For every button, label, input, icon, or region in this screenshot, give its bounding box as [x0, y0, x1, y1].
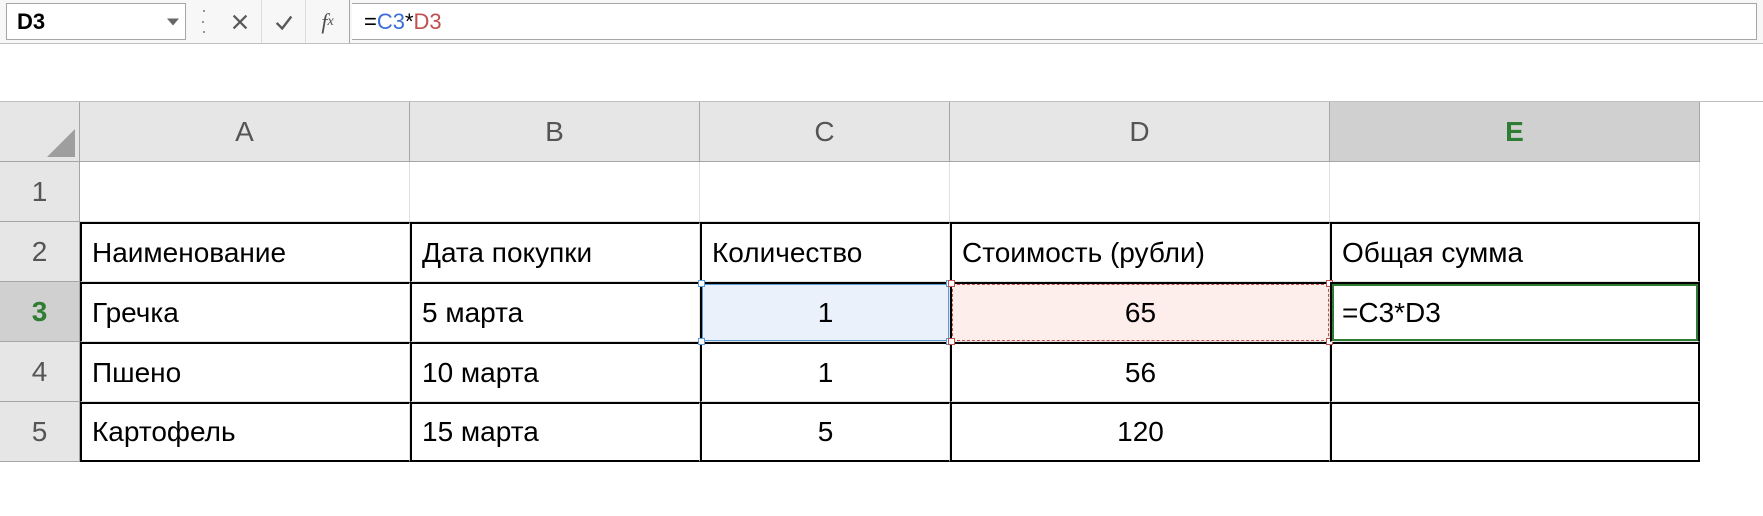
formula-ref-c: C3	[377, 9, 405, 35]
cell-B1[interactable]	[410, 162, 700, 222]
cell-value: Пшено	[92, 357, 181, 389]
row-header-4[interactable]: 4	[0, 342, 80, 402]
cell-value: Картофель	[92, 416, 236, 448]
col-header-B[interactable]: B	[410, 102, 700, 162]
cell-value: 65	[1125, 297, 1156, 329]
name-box[interactable]: D3	[6, 3, 186, 40]
cell-E1[interactable]	[1330, 162, 1700, 222]
cell-E5[interactable]	[1330, 402, 1700, 462]
cell-D5[interactable]: 120	[950, 402, 1330, 462]
cell-C5[interactable]: 5	[700, 402, 950, 462]
cell-value: 1	[818, 357, 834, 389]
select-all-corner[interactable]	[0, 102, 80, 162]
formula-bar-expand-area	[0, 44, 1763, 102]
formula-op: *	[405, 9, 414, 35]
col-header-A[interactable]: A	[80, 102, 410, 162]
cell-value: 10 марта	[422, 357, 539, 389]
cell-D1[interactable]	[950, 162, 1330, 222]
cell-value: 15 марта	[422, 416, 539, 448]
cell-B3[interactable]: 5 марта	[410, 282, 700, 342]
chevron-down-icon[interactable]	[167, 18, 179, 25]
col-header-E[interactable]: E	[1330, 102, 1700, 162]
formula-ref-d: D3	[414, 9, 442, 35]
formula-bar-separator	[190, 0, 216, 43]
formula-bar: D3 fx =C3*D3	[0, 0, 1763, 44]
cell-value: 1	[818, 297, 834, 329]
cell-C1[interactable]	[700, 162, 950, 222]
cell-value: 120	[1117, 416, 1164, 448]
cell-value: Общая сумма	[1342, 237, 1523, 269]
cell-value: Количество	[712, 237, 862, 269]
cell-value: Стоимость (рубли)	[962, 237, 1205, 269]
enter-icon[interactable]	[262, 0, 306, 43]
formula-bar-actions: fx	[216, 0, 352, 43]
cell-A4[interactable]: Пшено	[80, 342, 410, 402]
formula-equals: =	[364, 9, 377, 35]
cell-value: 5	[818, 416, 834, 448]
cell-value: Гречка	[92, 297, 179, 329]
cell-C3[interactable]: 1	[700, 282, 950, 342]
col-header-D[interactable]: D	[950, 102, 1330, 162]
cell-A2[interactable]: Наименование	[80, 222, 410, 282]
formula-input[interactable]: =C3*D3	[352, 3, 1757, 40]
cell-D4[interactable]: 56	[950, 342, 1330, 402]
cell-value: 5 марта	[422, 297, 523, 329]
row-header-1[interactable]: 1	[0, 162, 80, 222]
cancel-icon[interactable]	[218, 0, 262, 43]
cell-value: =C3*D3	[1342, 297, 1441, 329]
cell-value: Дата покупки	[422, 237, 592, 269]
cell-A3[interactable]: Гречка	[80, 282, 410, 342]
col-header-C[interactable]: C	[700, 102, 950, 162]
cell-value: Наименование	[92, 237, 286, 269]
cell-E3[interactable]: =C3*D3	[1330, 282, 1700, 342]
spreadsheet-grid: A B C D E 1 2 Наименование Дата покупки …	[0, 102, 1763, 462]
cell-A1[interactable]	[80, 162, 410, 222]
cell-C4[interactable]: 1	[700, 342, 950, 402]
cell-C2[interactable]: Количество	[700, 222, 950, 282]
name-box-value: D3	[17, 9, 45, 35]
cell-D3[interactable]: 65	[950, 282, 1330, 342]
cell-B4[interactable]: 10 марта	[410, 342, 700, 402]
cell-E4[interactable]	[1330, 342, 1700, 402]
cell-value: 56	[1125, 357, 1156, 389]
cell-B5[interactable]: 15 марта	[410, 402, 700, 462]
fx-icon[interactable]: fx	[306, 0, 350, 43]
cell-D2[interactable]: Стоимость (рубли)	[950, 222, 1330, 282]
cell-B2[interactable]: Дата покупки	[410, 222, 700, 282]
row-header-2[interactable]: 2	[0, 222, 80, 282]
cell-E2[interactable]: Общая сумма	[1330, 222, 1700, 282]
row-header-3[interactable]: 3	[0, 282, 80, 342]
row-header-5[interactable]: 5	[0, 402, 80, 462]
cell-A5[interactable]: Картофель	[80, 402, 410, 462]
